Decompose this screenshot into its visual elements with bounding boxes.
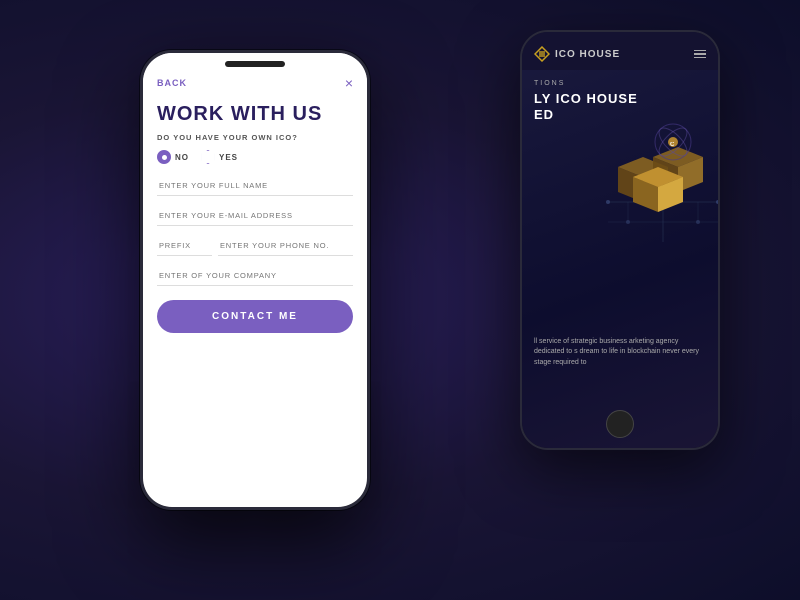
back-body-text: ll service of strategic business arketin… (534, 337, 706, 369)
fullname-input[interactable] (157, 176, 353, 196)
svg-text:C: C (670, 142, 675, 148)
logo-icon (534, 46, 550, 62)
background-phone-screen: ICO HOUSE TIONS LY ICO HOUSE ED (522, 32, 718, 448)
foreground-phone: BACK × WORK WITH US DO YOU HAVE YOUR OWN… (140, 50, 370, 510)
form-body: WORK WITH US DO YOU HAVE YOUR OWN ICO? N… (143, 99, 367, 507)
question-label: DO YOU HAVE YOUR OWN ICO? (157, 133, 353, 142)
phone-notch (225, 61, 285, 67)
crypto-illustration: C (598, 112, 718, 242)
phone-screen: BACK × WORK WITH US DO YOU HAVE YOUR OWN… (143, 53, 367, 507)
email-input[interactable] (157, 206, 353, 226)
back-button[interactable]: BACK (157, 78, 187, 88)
company-input[interactable] (157, 266, 353, 286)
screen-header: BACK × (143, 53, 367, 99)
back-phone-header: ICO HOUSE (522, 32, 718, 70)
back-phone-subtitle: TIONS (534, 80, 706, 87)
radio-yes-label: YES (219, 153, 238, 162)
contact-me-button[interactable]: CONTACT ME (157, 300, 353, 333)
radio-yes-hex[interactable] (201, 150, 215, 164)
radio-no-option[interactable]: NO (157, 150, 189, 164)
close-button[interactable]: × (345, 75, 353, 91)
radio-yes-option[interactable]: YES (201, 150, 238, 164)
radio-no-circle[interactable] (157, 150, 171, 164)
radio-group: NO YES (157, 150, 353, 164)
back-phone-body: ll service of strategic business arketin… (534, 337, 706, 369)
phone-row (157, 236, 353, 256)
form-title: WORK WITH US (157, 103, 353, 125)
phone-input[interactable] (218, 236, 353, 256)
prefix-input[interactable] (157, 236, 212, 256)
background-phone: ICO HOUSE TIONS LY ICO HOUSE ED (520, 30, 720, 450)
ico-house-logo: ICO HOUSE (534, 46, 620, 62)
logo-text: ICO HOUSE (555, 49, 620, 60)
radio-no-label: NO (175, 153, 189, 162)
home-button-back[interactable] (606, 410, 634, 438)
hamburger-icon[interactable] (694, 50, 706, 59)
